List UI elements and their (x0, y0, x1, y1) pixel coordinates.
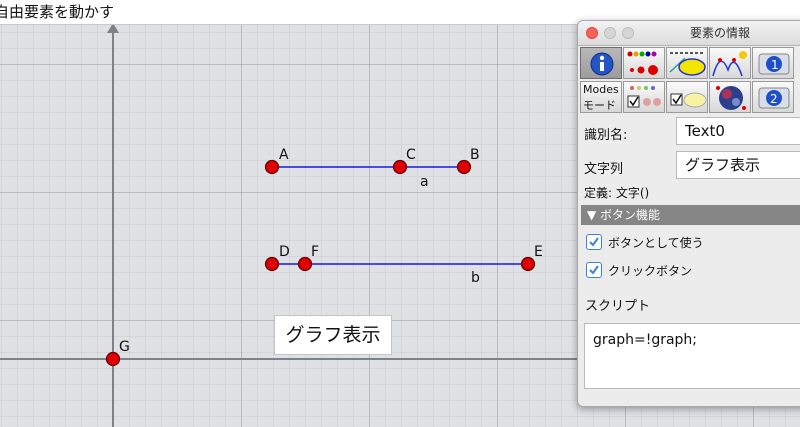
zoom-button[interactable] (622, 27, 634, 39)
layer-1-tab[interactable]: 1 (752, 47, 794, 79)
checkbox-dots-icon (627, 86, 661, 108)
string-input[interactable]: グラフ表示 (676, 151, 800, 179)
click-button-checkbox[interactable] (586, 262, 602, 278)
point-d[interactable] (264, 256, 280, 272)
visibility-tab[interactable] (623, 81, 665, 113)
modes-tab[interactable]: Modes モード (580, 81, 622, 113)
point-label-a: A (279, 147, 289, 163)
point-style-tab[interactable] (623, 47, 665, 79)
point-label-f: F (311, 244, 319, 260)
y-axis-arrow (107, 25, 119, 33)
number-1-icon: 1 (758, 53, 790, 75)
button-function-section-header[interactable]: ▼ ボタン機能 (581, 205, 800, 225)
curve-sun-icon (712, 51, 747, 77)
point-c[interactable] (392, 159, 408, 175)
globe-icon (716, 86, 746, 110)
checkmark-icon (589, 265, 599, 275)
point-label-d: D (279, 244, 290, 260)
point-g[interactable] (105, 351, 121, 367)
script-editor[interactable]: graph=!graph; (584, 323, 800, 389)
segment-label-b: b (471, 270, 480, 286)
point-label-c: C (406, 147, 416, 163)
point-e[interactable] (520, 256, 536, 272)
click-button-label: クリックボタン (608, 264, 693, 278)
segment-label-a: a (420, 174, 429, 190)
close-button[interactable] (586, 27, 598, 39)
point-label-b: B (470, 147, 480, 163)
panel-tool-row-1: 1 (580, 47, 800, 80)
panel-title: 要素の情報 (689, 26, 750, 40)
element-info-panel: 要素の情報 1 Modes モード 2 識別名: Text0 文字列 グラフ表示… (577, 20, 800, 407)
layer-2-tab[interactable]: 2 (752, 81, 794, 113)
appearance-tab[interactable] (709, 81, 751, 113)
checkbox-ellipse-icon (670, 92, 707, 108)
string-label: 文字列 (584, 162, 624, 177)
current-mode-label: 自由要素を動かす (0, 3, 115, 21)
panel-tool-row-2: Modes モード 2 (580, 81, 800, 114)
info-icon (590, 52, 614, 76)
modes-label-en: Modes (583, 83, 619, 96)
definition-text: 定義: 文字() (584, 186, 650, 200)
id-label: 識別名: (584, 128, 628, 143)
use-as-button-checkbox[interactable] (586, 234, 602, 250)
line-style-tab[interactable] (666, 47, 708, 79)
fill-tab[interactable] (666, 81, 708, 113)
use-as-button-label: ボタンとして使う (608, 236, 704, 250)
minimize-button[interactable] (604, 27, 616, 39)
panel-titlebar[interactable]: 要素の情報 (578, 21, 800, 46)
script-label: スクリプト (585, 299, 651, 314)
point-f[interactable] (297, 256, 313, 272)
ellipse-line-icon (669, 52, 706, 76)
graph-style-tab[interactable] (709, 47, 751, 79)
color-dots-icon (627, 51, 658, 75)
svg-text:1: 1 (771, 58, 779, 72)
info-tab[interactable] (580, 47, 622, 79)
id-input[interactable]: Text0 (676, 117, 800, 145)
graph-display-text-button[interactable]: グラフ表示 (274, 315, 392, 355)
point-a[interactable] (264, 159, 280, 175)
checkmark-icon (589, 237, 599, 247)
modes-label-ja: モード (583, 99, 616, 112)
number-2-icon: 2 (758, 87, 790, 109)
point-label-g: G (119, 339, 130, 355)
point-b[interactable] (456, 159, 472, 175)
svg-text:2: 2 (770, 92, 778, 106)
point-label-e: E (534, 244, 543, 260)
